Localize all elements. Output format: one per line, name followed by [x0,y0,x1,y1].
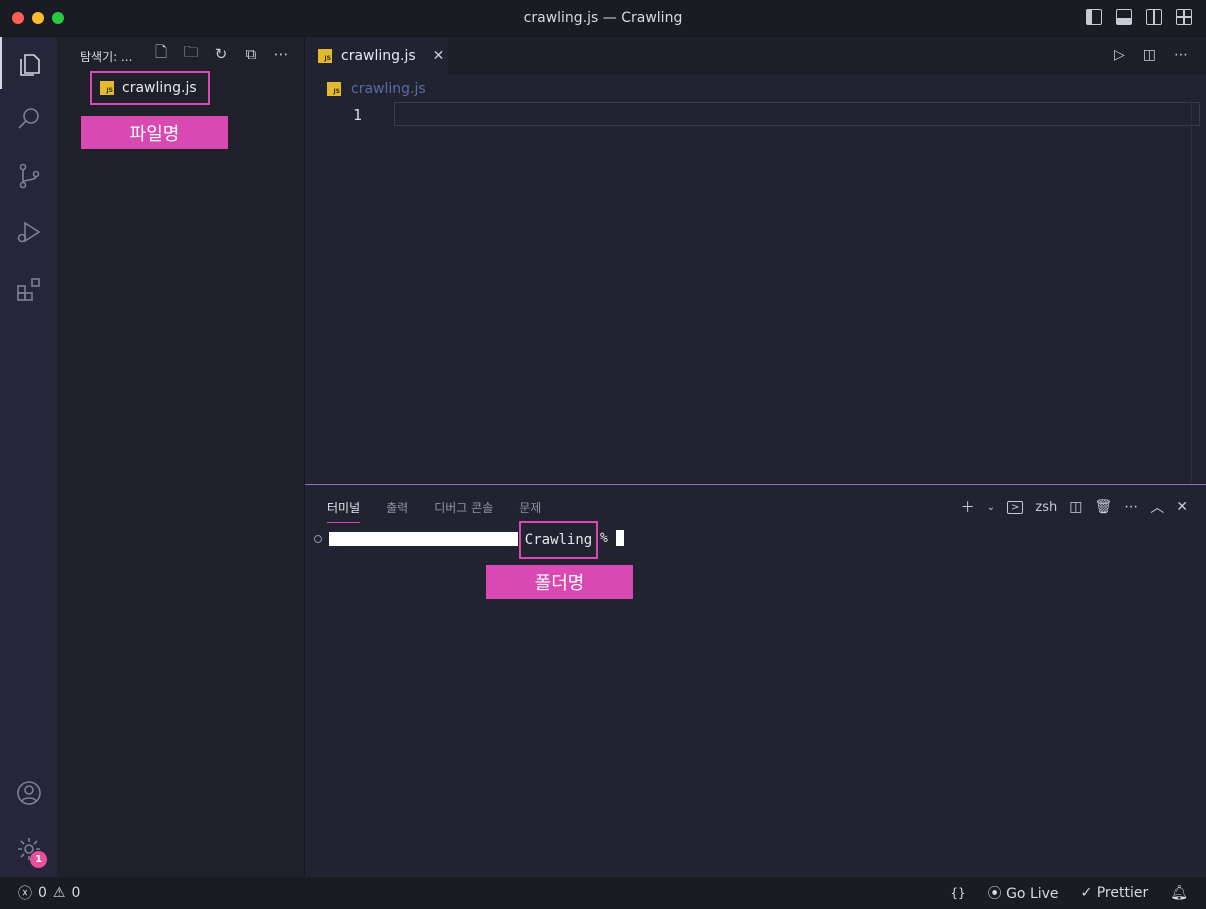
split-terminal-icon[interactable]: ◫ [1069,499,1082,515]
close-tab-icon[interactable]: ✕ [433,48,445,64]
more-actions-icon[interactable]: ⋯ [272,45,290,63]
split-editor-icon[interactable]: ◫ [1143,47,1156,63]
folder-name-annotation: 폴더명 [486,565,633,599]
tab-debug-console[interactable]: 디버그 콘솔 [434,499,493,523]
prettier-label: Prettier [1096,885,1149,901]
explorer-sidebar: 탐색기: ... 🗋 🗀 ↻ ⧉ ⋯ JS crawling.js 파일명 [57,37,305,877]
maximize-panel-icon[interactable]: ︿ [1150,497,1164,517]
toggle-panel-icon[interactable] [1116,9,1132,25]
window-title: crawling.js — Crawling [523,10,683,26]
code-editor-current-line[interactable] [394,102,1200,126]
language-braces[interactable]: {} [950,886,965,900]
terminal-shell-icon: > [1007,500,1024,514]
double-check-icon: ✓ [1080,885,1093,901]
panel-tabs: 터미널 출력 디버그 콘솔 문제 [327,499,541,523]
broadcast-icon: ⦿ [987,886,1002,902]
source-control-icon[interactable] [0,150,57,202]
maximize-window-button[interactable] [52,12,64,24]
settings-badge: 1 [30,851,47,868]
file-name: crawling.js [122,80,197,96]
error-count: 0 [38,885,47,901]
breadcrumb[interactable]: JS crawling.js [327,81,426,97]
extensions-icon[interactable] [0,263,57,315]
collapse-all-icon[interactable]: ⧉ [242,45,260,63]
breadcrumb-file[interactable]: crawling.js [351,81,426,97]
title-bar: crawling.js — Crawling [0,0,1206,37]
panel-actions: ＋ ⌄ > zsh ◫ 🗑 ⋯ ︿ ✕ [961,497,1188,517]
toggle-primary-sidebar-icon[interactable] [1086,9,1102,25]
problems-status[interactable]: ⓧ 0 ⚠ 0 [18,883,80,903]
status-bar: ⓧ 0 ⚠ 0 {} ⦿ Go Live ✓ Prettier 🔔︎ [0,877,1206,909]
activity-bar: 1 [0,37,57,877]
status-right: {} ⦿ Go Live ✓ Prettier 🔔︎ [950,883,1188,903]
more-actions-icon[interactable]: ⋯ [1124,499,1138,515]
new-folder-icon[interactable]: 🗀 [182,43,200,63]
terminal-cursor[interactable] [616,530,624,546]
shell-name[interactable]: zsh [1035,500,1057,515]
tab-problems[interactable]: 문제 [519,499,541,523]
tab-label: crawling.js [341,48,416,64]
prettier-button[interactable]: ✓ Prettier [1081,885,1149,901]
new-terminal-icon[interactable]: ＋ [961,497,975,517]
more-actions-icon[interactable]: ⋯ [1174,47,1188,63]
go-live-button[interactable]: ⦿ Go Live [988,883,1059,903]
editor-tab-crawling-js[interactable]: JS crawling.js ✕ [305,37,448,75]
js-file-icon: JS [100,81,114,95]
editor-actions: ▷ ◫ ⋯ [1114,47,1188,63]
minimize-window-button[interactable] [32,12,44,24]
search-icon[interactable] [0,93,57,145]
terminal-panel: 터미널 출력 디버그 콘솔 문제 ＋ ⌄ > zsh ◫ 🗑 ⋯ ︿ ✕ Cra… [305,484,1206,878]
accounts-icon[interactable] [0,767,57,819]
run-file-icon[interactable]: ▷ [1114,47,1125,63]
refresh-icon[interactable]: ↻ [212,45,230,63]
file-item-crawling-js[interactable]: JS crawling.js [90,71,210,105]
editor-area: JS crawling.js ✕ ▷ ◫ ⋯ JS crawling.js 1 [305,37,1206,483]
settings-gear-icon[interactable]: 1 [0,823,57,875]
bell-icon[interactable]: 🔔︎ [1170,885,1188,901]
trash-icon[interactable]: 🗑 [1094,499,1112,515]
layout-controls [1086,9,1192,25]
prompt-symbol: % [600,531,608,546]
error-icon: ⓧ [18,886,32,902]
run-debug-icon[interactable] [0,206,57,258]
line-number: 1 [353,106,363,124]
js-file-icon: JS [327,82,341,96]
file-name-annotation: 파일명 [81,116,228,149]
tab-terminal[interactable]: 터미널 [327,499,361,523]
warning-count: 0 [71,885,81,901]
warning-icon: ⚠ [52,885,66,901]
prompt-status-icon [314,535,322,543]
js-file-icon: JS [318,49,332,63]
editor-scrollbar[interactable] [1191,99,1206,483]
toggle-secondary-sidebar-icon[interactable] [1146,9,1162,25]
prompt-folder: Crawling [519,521,598,559]
explorer-actions: 🗋 🗀 ↻ ⧉ ⋯ [152,43,290,64]
new-file-icon[interactable]: 🗋 [152,43,170,63]
window-controls [12,12,64,24]
redacted-path [329,532,518,546]
explorer-icon[interactable] [0,37,57,89]
tab-output[interactable]: 출력 [386,499,408,523]
close-window-button[interactable] [12,12,24,24]
chevron-down-icon[interactable]: ⌄ [987,502,995,513]
editor-tab-bar: JS crawling.js ✕ ▷ ◫ ⋯ [305,37,1206,75]
customize-layout-icon[interactable] [1176,9,1192,25]
explorer-header: 탐색기: ... [80,50,133,64]
close-panel-icon[interactable]: ✕ [1176,499,1188,515]
go-live-label: Go Live [1006,886,1059,902]
